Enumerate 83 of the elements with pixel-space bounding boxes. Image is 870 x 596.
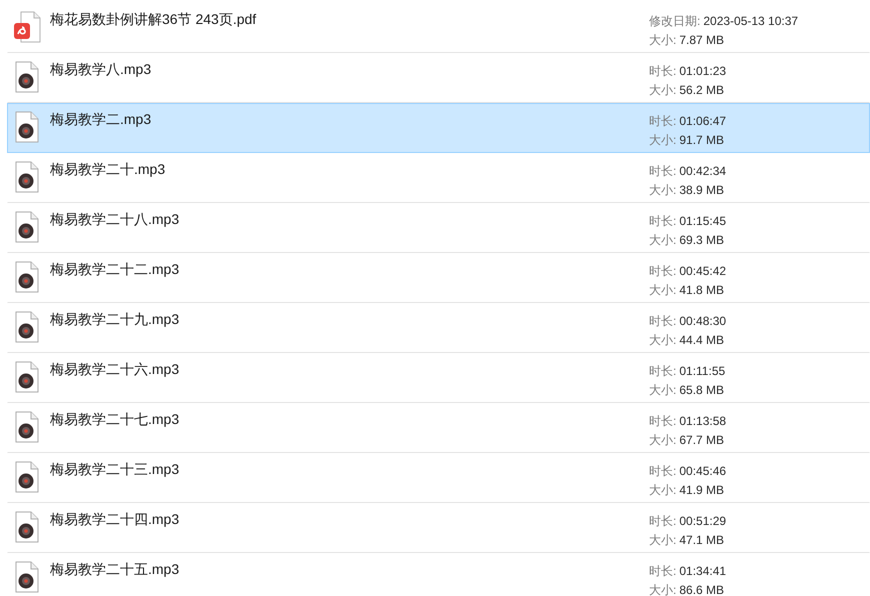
- detail-label: 大小:: [649, 432, 676, 449]
- detail-value: 65.8 MB: [679, 382, 724, 399]
- detail-label: 时长:: [649, 113, 676, 130]
- audio-file-icon: [13, 561, 41, 593]
- detail-label: 大小:: [649, 582, 676, 596]
- detail-label: 大小:: [649, 532, 676, 549]
- file-name: 梅易教学二十七.mp3: [50, 411, 180, 429]
- detail-label: 时长:: [649, 63, 676, 80]
- detail-label: 大小:: [649, 132, 676, 149]
- file-name: 梅易教学二十三.mp3: [50, 461, 180, 479]
- detail-label: 时长:: [649, 363, 676, 380]
- detail-value: 01:06:47: [679, 113, 726, 130]
- audio-file-icon: [13, 411, 41, 443]
- detail-value: 01:11:55: [679, 363, 726, 380]
- detail-label: 时长:: [649, 563, 676, 580]
- detail-value: 7.87 MB: [679, 32, 724, 49]
- detail-label: 时长:: [649, 163, 676, 180]
- detail-label: 大小:: [649, 32, 676, 49]
- file-name: 梅花易数卦例讲解36节 243页.pdf: [50, 11, 258, 29]
- audio-file-icon: [13, 161, 41, 193]
- detail-label: 大小:: [649, 332, 676, 349]
- detail-label: 大小:: [649, 182, 676, 199]
- file-name: 梅易教学二十五.mp3: [50, 561, 180, 579]
- audio-file-icon: [13, 111, 41, 143]
- detail-label: 修改日期:: [649, 13, 700, 30]
- detail-label: 时长:: [649, 213, 676, 230]
- detail-label: 时长:: [649, 313, 676, 330]
- file-row[interactable]: 梅易教学二十六.mp3 时长: 01:11:55 大小: 65.8 MB: [7, 353, 870, 403]
- detail-label: 大小:: [649, 232, 676, 249]
- audio-file-icon: [13, 511, 41, 543]
- detail-value: 00:45:46: [679, 463, 726, 480]
- detail-label: 时长:: [649, 463, 676, 480]
- audio-file-icon: [13, 211, 41, 243]
- detail-value: 38.9 MB: [679, 182, 724, 199]
- detail-value: 01:15:45: [679, 213, 726, 230]
- file-row[interactable]: 梅花易数卦例讲解36节 243页.pdf 修改日期: 2023-05-13 10:37 大小: 7.87 MB: [7, 3, 870, 53]
- file-row[interactable]: 梅易教学二十九.mp3 时长: 00:48:30 大小: 44.4 MB: [7, 303, 870, 353]
- detail-label: 时长:: [649, 263, 676, 280]
- detail-value: 00:48:30: [679, 313, 726, 330]
- detail-label: 大小:: [649, 482, 676, 499]
- detail-value: 86.6 MB: [679, 582, 724, 596]
- file-row[interactable]: 梅易教学二十七.mp3 时长: 01:13:58 大小: 67.7 MB: [7, 403, 870, 453]
- file-row[interactable]: 梅易教学二十三.mp3 时长: 00:45:46 大小: 41.9 MB: [7, 453, 870, 503]
- file-row[interactable]: 梅易教学二十五.mp3 时长: 01:34:41 大小: 86.6 MB: [7, 553, 870, 596]
- detail-value: 2023-05-13 10:37: [703, 13, 798, 30]
- audio-file-icon: [13, 261, 41, 293]
- file-name: 梅易教学二十九.mp3: [50, 311, 180, 329]
- audio-file-icon: [13, 461, 41, 493]
- file-name: 梅易教学八.mp3: [50, 61, 152, 79]
- detail-label: 大小:: [649, 382, 676, 399]
- pdf-file-icon: [13, 11, 41, 43]
- file-name: 梅易教学二.mp3: [50, 111, 152, 129]
- detail-value: 41.9 MB: [679, 482, 724, 499]
- audio-file-icon: [13, 311, 41, 343]
- detail-value: 00:45:42: [679, 263, 726, 280]
- file-name: 梅易教学二十.mp3: [50, 161, 166, 179]
- audio-file-icon: [13, 361, 41, 393]
- file-row[interactable]: 梅易教学二十八.mp3 时长: 01:15:45 大小: 69.3 MB: [7, 203, 870, 253]
- detail-value: 01:34:41: [679, 563, 726, 580]
- detail-value: 00:51:29: [679, 513, 726, 530]
- file-row[interactable]: 梅易教学二十.mp3 时长: 00:42:34 大小: 38.9 MB: [7, 153, 870, 203]
- file-row[interactable]: 梅易教学二.mp3 时长: 01:06:47 大小: 91.7 MB: [7, 103, 870, 153]
- detail-label: 时长:: [649, 513, 676, 530]
- detail-value: 00:42:34: [679, 163, 726, 180]
- detail-value: 44.4 MB: [679, 332, 724, 349]
- audio-file-icon: [13, 61, 41, 93]
- detail-label: 大小:: [649, 82, 676, 99]
- detail-value: 91.7 MB: [679, 132, 724, 149]
- file-name: 梅易教学二十八.mp3: [50, 211, 180, 229]
- detail-value: 01:13:58: [679, 413, 726, 430]
- detail-value: 41.8 MB: [679, 282, 724, 299]
- file-row[interactable]: 梅易教学二十二.mp3 时长: 00:45:42 大小: 41.8 MB: [7, 253, 870, 303]
- file-name: 梅易教学二十二.mp3: [50, 261, 180, 279]
- file-row[interactable]: 梅易教学二十四.mp3 时长: 00:51:29 大小: 47.1 MB: [7, 503, 870, 553]
- detail-label: 时长:: [649, 413, 676, 430]
- detail-value: 01:01:23: [679, 63, 726, 80]
- detail-value: 56.2 MB: [679, 82, 724, 99]
- detail-label: 大小:: [649, 282, 676, 299]
- detail-value: 69.3 MB: [679, 232, 724, 249]
- detail-value: 67.7 MB: [679, 432, 724, 449]
- detail-value: 47.1 MB: [679, 532, 724, 549]
- file-name: 梅易教学二十四.mp3: [50, 511, 180, 529]
- file-name: 梅易教学二十六.mp3: [50, 361, 180, 379]
